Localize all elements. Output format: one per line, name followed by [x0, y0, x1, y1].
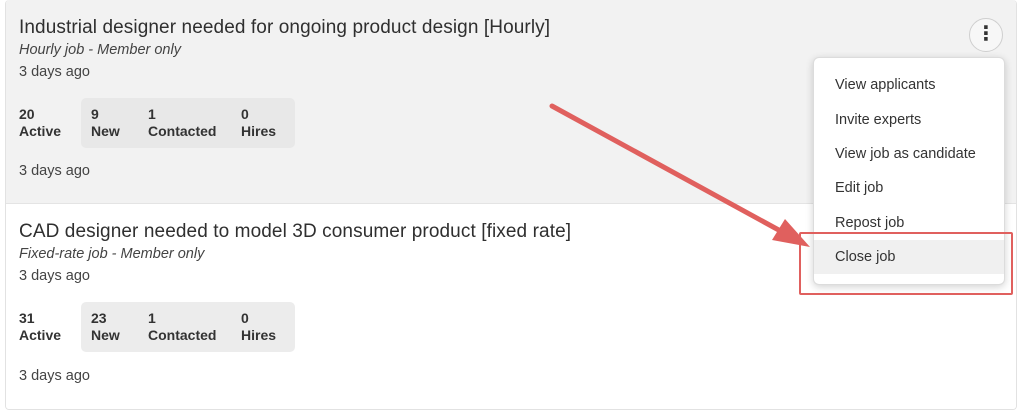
job-stats: 31 Active 23 New 1 Contacted 0 Hires: [19, 302, 295, 352]
stat-group: 23 New 1 Contacted 0 Hires: [81, 302, 295, 352]
stat-hires-count: 0: [241, 106, 249, 122]
stat-new[interactable]: 23 New: [91, 310, 148, 352]
menu-item-invite-experts[interactable]: Invite experts: [814, 103, 1004, 137]
stat-new[interactable]: 9 New: [91, 106, 148, 148]
stat-active[interactable]: 31 Active: [19, 302, 81, 352]
stat-hires[interactable]: 0 Hires: [241, 310, 285, 352]
stat-active-count: 20: [19, 106, 35, 122]
job-actions-menu: View applicants Invite experts View job …: [813, 57, 1005, 285]
job-updated-age: 3 days ago: [19, 368, 90, 384]
stat-contacted-count: 1: [148, 106, 156, 122]
stat-contacted-label: Contacted: [148, 327, 217, 343]
stat-new-label: New: [91, 123, 120, 139]
menu-item-view-as-candidate[interactable]: View job as candidate: [814, 137, 1004, 171]
stat-group: 9 New 1 Contacted 0 Hires: [81, 98, 295, 148]
job-actions-button[interactable]: ⋮: [969, 18, 1003, 52]
stat-contacted-label: Contacted: [148, 123, 217, 139]
stat-contacted-count: 1: [148, 310, 156, 326]
stat-new-count: 9: [91, 106, 99, 122]
job-type: Fixed-rate job - Member only: [19, 246, 205, 262]
job-title[interactable]: CAD designer needed to model 3D consumer…: [19, 221, 571, 243]
stat-hires-count: 0: [241, 310, 249, 326]
kebab-menu-icon: ⋮: [976, 23, 996, 45]
stat-hires[interactable]: 0 Hires: [241, 106, 285, 148]
stat-hires-label: Hires: [241, 327, 277, 343]
stat-new-count: 23: [91, 310, 107, 326]
job-title[interactable]: Industrial designer needed for ongoing p…: [19, 17, 550, 39]
stat-active-count: 31: [19, 310, 35, 326]
stat-contacted[interactable]: 1 Contacted: [148, 106, 241, 148]
stat-hires-label: Hires: [241, 123, 277, 139]
job-posted-age: 3 days ago: [19, 268, 90, 284]
job-type: Hourly job - Member only: [19, 42, 181, 58]
job-posted-age: 3 days ago: [19, 64, 90, 80]
job-stats: 20 Active 9 New 1 Contacted 0 Hires: [19, 98, 295, 148]
menu-item-view-applicants[interactable]: View applicants: [814, 68, 1004, 102]
menu-item-close-job[interactable]: Close job: [814, 240, 1004, 274]
stat-active[interactable]: 20 Active: [19, 98, 81, 148]
menu-item-repost-job[interactable]: Repost job: [814, 206, 1004, 240]
stat-active-label: Active: [19, 123, 62, 139]
job-updated-age: 3 days ago: [19, 163, 90, 179]
stat-active-label: Active: [19, 327, 62, 343]
stat-new-label: New: [91, 327, 120, 343]
stat-contacted[interactable]: 1 Contacted: [148, 310, 241, 352]
menu-item-edit-job[interactable]: Edit job: [814, 171, 1004, 205]
